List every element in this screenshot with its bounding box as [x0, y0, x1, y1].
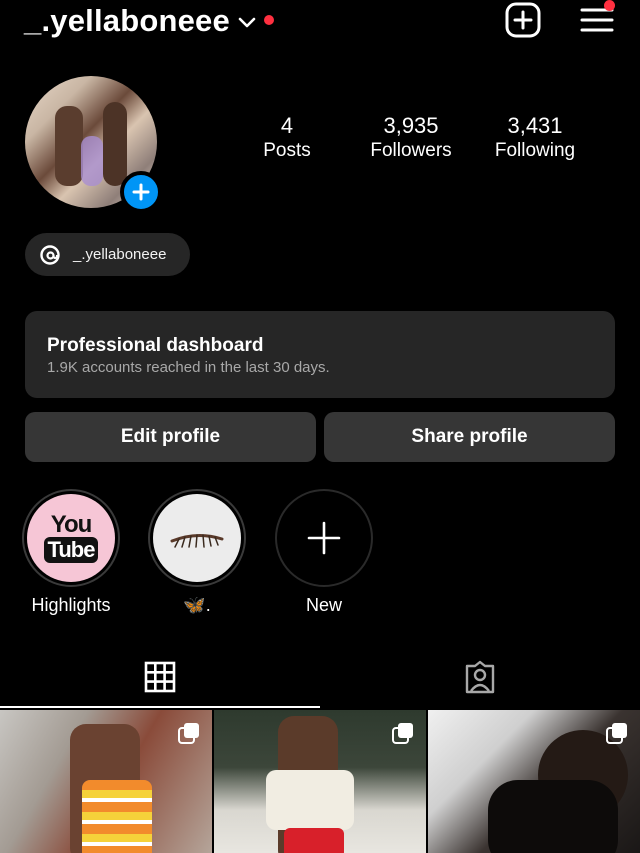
- tab-tagged[interactable]: [320, 645, 640, 708]
- post-thumbnail[interactable]: [428, 710, 640, 853]
- posts-count[interactable]: 4 Posts: [222, 113, 352, 163]
- stat-label: Followers: [370, 140, 452, 161]
- highlight-label: Highlights: [31, 595, 111, 615]
- highlight-ring: You Tube: [22, 489, 120, 587]
- plus-icon: [132, 183, 150, 201]
- post-figure: [284, 828, 344, 853]
- profile-header: _.yellaboneee: [0, 0, 640, 46]
- threads-icon: [40, 244, 60, 265]
- dashboard-title: Professional dashboard: [47, 335, 264, 356]
- post-figure: [266, 770, 354, 830]
- post-thumbnail[interactable]: [214, 710, 426, 853]
- highlight-item[interactable]: 🦋.: [147, 489, 247, 616]
- carousel-icon: [606, 723, 627, 744]
- active-tab-indicator: [0, 706, 320, 708]
- stat-label: Following: [494, 140, 576, 161]
- youtube-cover: You Tube: [27, 494, 115, 582]
- posts-grid: [0, 710, 640, 853]
- stat-value: 4: [280, 113, 294, 138]
- stat-label: Posts: [263, 140, 311, 161]
- plus-icon: [307, 521, 341, 555]
- tab-posts-grid[interactable]: [0, 645, 320, 708]
- threads-badge[interactable]: _.yellaboneee: [25, 233, 190, 276]
- highlight-item[interactable]: You Tube Highlights: [21, 489, 121, 616]
- profile-tabs: [0, 645, 640, 708]
- stat-value: 3,431: [507, 113, 563, 138]
- highlight-ring: [148, 489, 246, 587]
- share-profile-button[interactable]: Share profile: [324, 412, 615, 462]
- create-post-icon[interactable]: [505, 2, 541, 38]
- new-highlight[interactable]: New: [274, 489, 374, 616]
- post-figure: [488, 780, 618, 853]
- tagged-person-icon: [465, 660, 495, 693]
- cover-text: You: [50, 511, 93, 538]
- dashboard-subtitle: 1.9K accounts reached in the last 30 day…: [47, 359, 330, 376]
- carousel-icon: [178, 723, 199, 744]
- threads-handle: _.yellaboneee: [73, 246, 167, 263]
- avatar-photo-figure: [55, 106, 83, 186]
- avatar-photo-figure: [81, 136, 103, 186]
- highlight-label: 🦋.: [183, 595, 211, 615]
- eyelash-cover: [153, 494, 241, 582]
- cover-text: Tube: [43, 537, 99, 563]
- avatar-photo-figure: [103, 102, 127, 186]
- post-thumbnail[interactable]: [0, 710, 212, 853]
- eyelash-image: [170, 534, 224, 548]
- professional-dashboard[interactable]: Professional dashboard 1.9K accounts rea…: [25, 311, 615, 398]
- carousel-icon: [392, 723, 413, 744]
- followers-count[interactable]: 3,935 Followers: [346, 113, 476, 163]
- new-highlight-ring: [275, 489, 373, 587]
- stat-value: 3,935: [383, 113, 439, 138]
- menu-notification-dot: [604, 0, 615, 11]
- add-story-button[interactable]: [120, 171, 162, 213]
- post-figure: [82, 780, 152, 853]
- username[interactable]: _.yellaboneee: [24, 3, 230, 39]
- highlight-label: New: [305, 595, 342, 615]
- chevron-down-icon[interactable]: [238, 17, 256, 29]
- edit-profile-button[interactable]: Edit profile: [25, 412, 316, 462]
- account-switcher[interactable]: _.yellaboneee: [24, 3, 274, 39]
- grid-icon: [144, 661, 176, 692]
- following-count[interactable]: 3,431 Following: [470, 113, 600, 163]
- notification-dot: [263, 15, 274, 25]
